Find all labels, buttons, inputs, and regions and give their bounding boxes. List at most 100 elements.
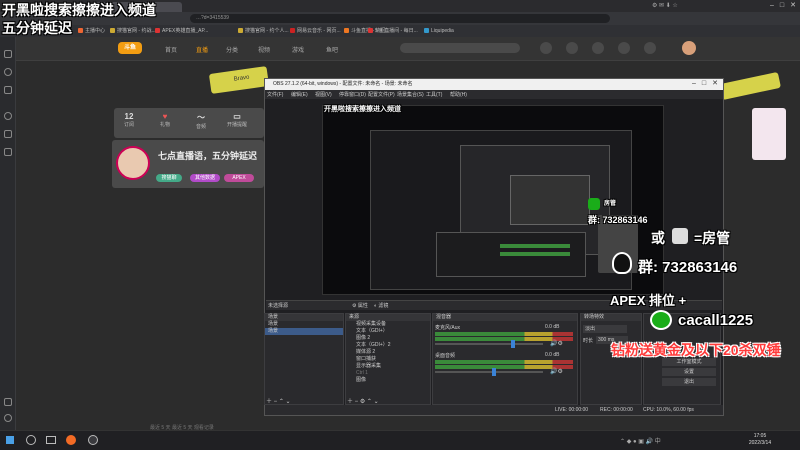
pill-tag[interactable]: APEX [224,174,254,182]
url-input[interactable]: …?d=3415539 [190,14,610,23]
obs-tab-properties[interactable]: ⚙ 属性 [352,302,368,309]
streamer-avatar[interactable] [116,146,150,180]
obs-menu-file[interactable]: 文件(F) [267,91,283,98]
source-item[interactable]: 窗口捕获 [346,356,430,363]
source-item[interactable]: 图像 [346,377,430,384]
duration-label: 时长 [583,338,594,344]
maximize-icon[interactable]: □ [778,2,786,10]
nav-video[interactable]: 视频 [258,45,270,54]
obs-menu-view[interactable]: 视图(V) [315,91,332,98]
sidebar-add-bottom-icon[interactable] [4,398,12,406]
close-icon[interactable]: ✕ [789,2,797,10]
nav-home[interactable]: 首页 [165,45,177,54]
obs-menu-scenes[interactable]: 场景集合(S) [397,91,424,98]
obs-menu-edit[interactable]: 编辑(E) [291,91,308,98]
scene-controls[interactable]: ＋ − ⌃ ⌄ [266,396,291,405]
site-search-input[interactable] [400,43,520,53]
stat-subscribe[interactable]: 12 订阅 [118,112,140,128]
sidebar-add-icon[interactable] [4,50,12,58]
mixer-volume-slider[interactable] [435,343,543,345]
bookmark-item[interactable]: 网易云音乐 - 网页... [290,27,341,35]
mixer-volume-knob[interactable] [492,368,497,376]
source-item[interactable]: 显示器采集 [346,363,430,370]
small-wechat-icon [588,198,600,210]
settings-button[interactable]: 设置 [662,368,716,376]
bookmark-item[interactable]: 5 鱼直播间 - 每日... [368,27,418,35]
user-avatar[interactable] [682,41,696,55]
stat-gift[interactable]: ♥ 礼物 [154,112,176,128]
mixer-track-db: 0.0 dB [545,324,560,330]
bookmark-item[interactable]: 主播中心 [78,27,105,35]
minimize-icon[interactable]: – [768,2,776,10]
sidebar-bag-icon[interactable] [4,148,12,156]
nested-screen-3 [510,175,590,225]
obs-taskbar-icon[interactable] [88,435,98,445]
small-qq-group: 群: 732863146 [588,215,648,225]
nav-category[interactable]: 分类 [226,45,238,54]
scene-item[interactable]: 场景 [265,321,343,328]
overlay-or-text: 或 [651,230,665,246]
small-manager-text: 房管 [604,201,617,207]
nav-live[interactable]: 直播 [196,45,208,54]
screen: 直播... ⚙ ✉ ⬇ ☆ – □ ✕ …?d=3415539 主播中心 搜猫官… [0,0,800,450]
mixer-mute-icon[interactable]: 🔊⚙ [550,340,563,347]
sidebar-history-icon[interactable] [4,68,12,76]
sources-dock: 来源 视频采集设备 文本（GDI+） 图像 2 文本（GDI+）2 媒体源 2 … [345,313,431,405]
bookmark-item[interactable]: 搜猫官网 - 约个人... [238,27,289,35]
bookmark-item[interactable]: APEX英雄直播_AP... [155,27,208,35]
source-item[interactable]: 图像 2 [346,335,430,342]
stat-audio[interactable]: 〜音频 [190,112,212,130]
mixer-header: 混音器 [433,314,577,321]
nav-games[interactable]: 游戏 [292,45,304,54]
task-view-icon[interactable] [46,436,56,444]
qq-icon [612,252,632,274]
overlay-top-line1: 开黑啦搜索擦擦进入频道 [2,2,156,18]
source-item[interactable]: Ctrl 1 [346,370,430,377]
obs-menu-docks[interactable]: 停靠窗口(D) [339,91,366,98]
source-item[interactable]: 视频采集设备 [346,321,430,328]
message-icon[interactable] [618,42,630,54]
download-icon[interactable] [540,42,552,54]
bookmark-item[interactable]: Liquipedia [424,27,454,35]
obs-maximize-icon[interactable]: □ [700,80,708,88]
pill-tag[interactable]: 搜猫聊 [156,174,182,182]
follow-icon[interactable] [592,42,604,54]
obs-menu-profile[interactable]: 配置文件(P) [368,91,395,98]
overlay-apex-rank: APEX 排位 + [610,293,687,308]
obs-close-icon[interactable]: ✕ [711,80,719,88]
sidebar-page-icon[interactable] [4,130,12,138]
broadcast-icon[interactable] [644,42,656,54]
source-item[interactable]: 文本（GDI+）2 [346,342,430,349]
source-item[interactable]: 媒体源 2 [346,349,430,356]
tray-icons[interactable]: ⌃ ◆ ● ▣ 🔊 中 [620,436,730,445]
taskbar-clock[interactable]: 17:05 2022/3/14 [740,433,780,447]
mixer-mute-icon[interactable]: 🔊⚙ [550,368,563,375]
obs-menu-help[interactable]: 帮助(H) [450,91,467,98]
extension-icons[interactable]: ⚙ ✉ ⬇ ☆ [652,2,678,9]
browser-sidebar [0,37,16,430]
source-item[interactable]: 文本（GDI+） [346,328,430,335]
transition-select[interactable]: 淡出 [583,325,627,333]
site-logo[interactable]: 斗鱼 [118,42,142,54]
pill-tag[interactable]: 其他数据 [190,174,220,182]
bookmark-item[interactable]: 搜猫官网 - 约战... [110,27,156,35]
scene-item[interactable]: 场景 [265,328,343,335]
sidebar-search-icon[interactable] [4,112,12,120]
history-icon[interactable] [566,42,578,54]
mixer-volume-slider[interactable] [435,371,543,373]
search-icon[interactable] [26,435,36,445]
exit-button[interactable]: 退出 [662,378,716,386]
stat-remind[interactable]: ▭ 开播提醒 [226,112,248,128]
source-controls[interactable]: ＋ − ⚙ ⌃ ⌄ [347,396,379,405]
mixer-volume-knob[interactable] [510,340,515,348]
overlay-gift-note: 钻粉送黄金及以下20杀双锤 [611,342,781,358]
sidebar-settings-icon[interactable] [4,414,12,422]
obs-menu-tools[interactable]: 工具(T) [426,91,442,98]
browser-taskbar-icon[interactable] [66,435,76,445]
no-source-label: 未选择源 [268,303,289,309]
start-icon[interactable] [6,436,14,444]
nav-fishbar[interactable]: 鱼吧 [326,45,338,54]
sidebar-box-icon[interactable] [4,86,12,94]
obs-minimize-icon[interactable]: – [690,80,698,88]
obs-tab-filters[interactable]: ◐ 滤镜 [374,302,388,309]
